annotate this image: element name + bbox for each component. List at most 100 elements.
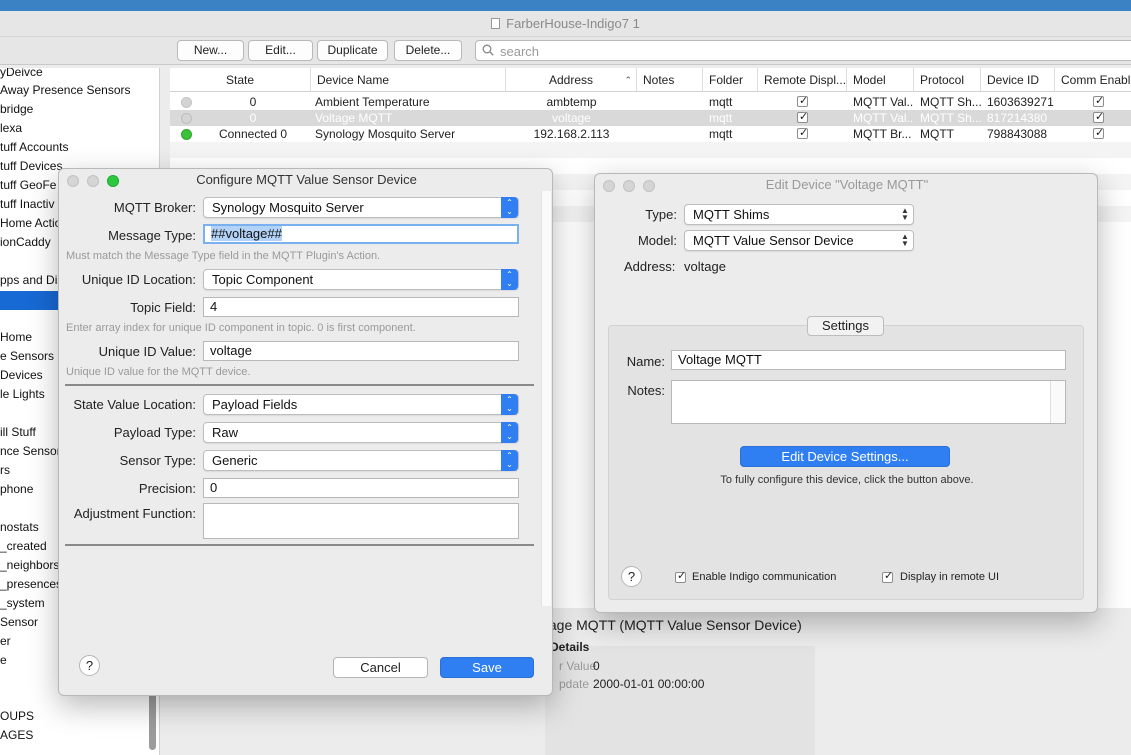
sidebar-item[interactable]: Home — [0, 328, 32, 347]
column-header-protocol[interactable]: Protocol — [914, 68, 981, 92]
sidebar-item[interactable]: _system — [0, 594, 45, 613]
table-row[interactable]: Connected 0 Synology Mosquito Server 192… — [170, 126, 1131, 142]
uid-value-input[interactable]: voltage — [203, 341, 519, 361]
sidebar-item[interactable]: le Lights — [0, 385, 45, 404]
sidebar-item[interactable]: Away Presence Sensors — [0, 81, 131, 100]
checkbox-checked-icon[interactable] — [797, 110, 808, 125]
sidebar-item[interactable]: phone — [0, 480, 33, 499]
help-button[interactable]: ? — [79, 655, 100, 676]
edit-button[interactable]: Edit... — [248, 40, 313, 61]
table-row[interactable]: 0 Ambient Temperature ambtemp mqtt MQTT … — [170, 94, 1131, 110]
desktop-strip — [0, 0, 1131, 11]
sidebar-item[interactable]: nce Sensors — [0, 442, 67, 461]
notes-field[interactable] — [671, 380, 1066, 424]
payload-type-popup[interactable]: Raw ⌃ ⌄ — [203, 422, 519, 443]
type-popup[interactable]: MQTT Shims ▲ ▼ — [684, 204, 914, 225]
sidebar-item[interactable]: tuff Devices — [0, 157, 62, 176]
display-remote-ui-checkbox[interactable] — [882, 569, 893, 585]
message-type-field[interactable]: ##voltage## — [203, 224, 519, 244]
sidebar-item[interactable]: AGES — [0, 726, 33, 745]
notes-label: Notes: — [627, 383, 665, 398]
sidebar-item[interactable]: Devices — [0, 366, 43, 385]
table-row-selected[interactable]: 0 Voltage MQTT voltage mqtt MQTT Val... … — [170, 110, 1131, 126]
cancel-button[interactable]: Cancel — [333, 657, 428, 678]
checkbox-checked-icon[interactable] — [1093, 110, 1104, 125]
sidebar-item[interactable]: bridge — [0, 100, 33, 119]
sidebar-item[interactable]: lexa — [0, 119, 22, 138]
model-popup[interactable]: MQTT Value Sensor Device ▲ ▼ — [684, 230, 914, 251]
topic-field-label: Topic Field: — [130, 300, 196, 315]
model-label: Model: — [637, 233, 677, 248]
sidebar-item[interactable]: e — [0, 651, 7, 670]
sidebar-item[interactable]: Home Actio — [0, 214, 61, 233]
detail-value: 2000-01-01 00:00:00 — [593, 677, 705, 691]
cell-remote-display[interactable] — [758, 110, 847, 126]
column-header-model[interactable]: Model — [847, 68, 914, 92]
sidebar-item[interactable]: Sensor — [0, 613, 38, 632]
cell-comm-enabled[interactable] — [1055, 110, 1131, 126]
column-header-device-name[interactable]: Device Name — [311, 68, 506, 92]
cell-protocol: MQTT — [920, 127, 954, 141]
cell-remote-display[interactable] — [758, 94, 847, 110]
search-input[interactable]: search — [475, 40, 1131, 61]
column-header-notes[interactable]: Notes — [637, 68, 703, 92]
tab-settings[interactable]: Settings — [807, 316, 884, 336]
device-detail-panel: tage MQTT (MQTT Value Sensor Device) Det… — [497, 608, 1131, 755]
sidebar-item[interactable]: _presences — [0, 575, 62, 594]
sidebar-item[interactable]: _created — [0, 537, 47, 556]
sidebar-item[interactable]: tuff Inactiv — [0, 195, 54, 214]
new-button[interactable]: New... — [177, 40, 244, 61]
detail-label: pdate — [559, 677, 590, 691]
adjustment-function-input[interactable] — [203, 503, 519, 539]
duplicate-button[interactable]: Duplicate — [317, 40, 388, 61]
cell-comm-enabled[interactable] — [1055, 94, 1131, 110]
column-header-comm-enabled[interactable]: Comm Enabl... — [1055, 68, 1131, 92]
topic-field-input[interactable]: 4 — [203, 297, 519, 317]
sidebar-item[interactable]: yDeivce — [0, 68, 43, 82]
edit-device-settings-button[interactable]: Edit Device Settings... — [740, 446, 950, 467]
column-header-device-id[interactable]: Device ID — [981, 68, 1055, 92]
name-field[interactable]: Voltage MQTT — [671, 350, 1066, 370]
sidebar-item[interactable]: e Sensors — [0, 347, 54, 366]
column-header-remote-display[interactable]: Remote Displ... — [758, 68, 847, 92]
form-scrollbar[interactable] — [541, 191, 551, 606]
sidebar-scrollbar[interactable] — [149, 688, 156, 750]
sidebar-item[interactable]: OUPS — [0, 707, 34, 726]
help-button[interactable]: ? — [621, 566, 642, 587]
delete-button[interactable]: Delete... — [394, 40, 462, 61]
uid-location-popup[interactable]: Topic Component ⌃ ⌄ — [203, 269, 519, 290]
broker-label: MQTT Broker: — [113, 200, 196, 215]
sidebar-item[interactable]: ionCaddy — [0, 233, 51, 252]
checkbox-checked-icon[interactable] — [1093, 94, 1104, 109]
column-header-state[interactable]: State — [170, 68, 311, 92]
address-value: voltage — [684, 259, 726, 274]
configure-hint: To fully configure this device, click th… — [720, 474, 974, 486]
sidebar-item[interactable]: ill Stuff — [0, 423, 36, 442]
sensor-type-popup[interactable]: Generic ⌃ ⌄ — [203, 450, 519, 471]
sidebar-item[interactable]: tuff Accounts — [0, 138, 69, 157]
cell-model: MQTT Val... — [853, 111, 914, 125]
column-header-folder[interactable]: Folder — [703, 68, 758, 92]
cell-remote-display[interactable] — [758, 126, 847, 142]
checkbox-checked-icon[interactable] — [797, 126, 808, 141]
checkbox-checked-icon[interactable] — [1093, 126, 1104, 141]
sidebar-item[interactable]: _neighbors — [0, 556, 59, 575]
column-header-address[interactable]: Address ⌃ — [506, 68, 637, 92]
table-row-empty — [170, 142, 1131, 158]
precision-input[interactable]: 0 — [203, 478, 519, 498]
notes-scrollbar[interactable] — [1050, 381, 1065, 423]
sidebar-item[interactable]: er — [0, 632, 11, 651]
sidebar-item[interactable]: pps and Dis — [0, 271, 63, 290]
save-button[interactable]: Save — [440, 657, 534, 678]
state-location-popup[interactable]: Payload Fields ⌃ ⌄ — [203, 394, 519, 415]
sidebar-item[interactable]: rs — [0, 461, 10, 480]
toolbar: New... Edit... Duplicate Delete... searc… — [0, 37, 1131, 65]
checkbox-checked-icon[interactable] — [797, 94, 808, 109]
cell-device-id: 1603639271 — [987, 95, 1054, 109]
edit-device-dialog: Edit Device "Voltage MQTT" Type: MQTT Sh… — [594, 173, 1098, 613]
sidebar-item[interactable]: nostats — [0, 518, 39, 537]
broker-popup[interactable]: Synology Mosquito Server ⌃ ⌄ — [203, 197, 519, 218]
sidebar-item[interactable]: tuff GeoFe — [0, 176, 56, 195]
enable-communication-checkbox[interactable] — [675, 569, 686, 585]
cell-comm-enabled[interactable] — [1055, 126, 1131, 142]
